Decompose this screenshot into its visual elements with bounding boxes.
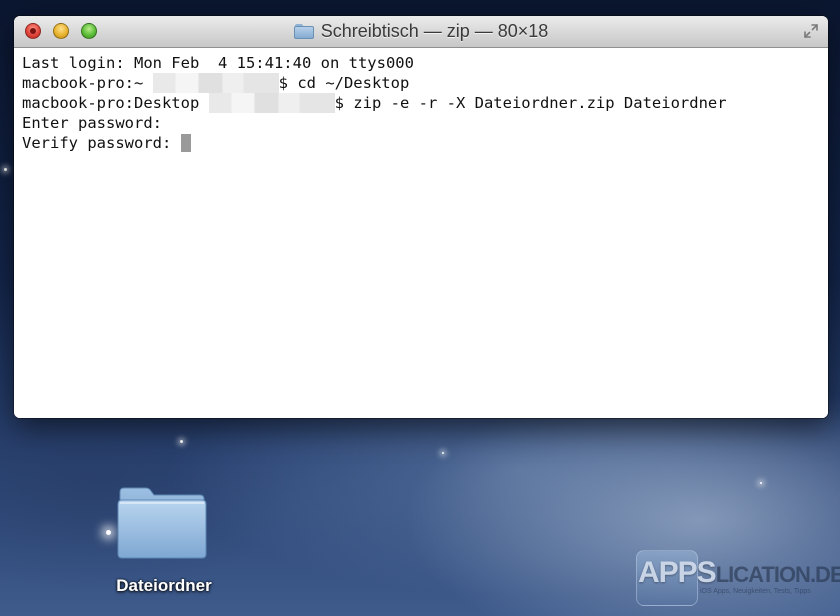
watermark-lication: LICATION.DE (715, 562, 840, 587)
redacted-username (152, 73, 279, 93)
prompt-text: macbook-pro:Desktop (22, 94, 209, 112)
background-star (4, 168, 7, 171)
watermark-text: APPSLICATION.DE (638, 556, 840, 590)
window-title: Schreibtisch — zip — 80×18 (320, 21, 549, 41)
terminal-text: Enter password: (22, 114, 162, 132)
watermark-subtitle: iOS Apps, Neuigkeiten, Tests, Tipps (700, 588, 811, 595)
terminal-window[interactable]: Schreibtisch — zip — 80×18 Last login: M… (14, 16, 828, 418)
background-star (442, 452, 444, 454)
terminal-line: Enter password: (22, 113, 820, 133)
prompt-text: macbook-pro:~ (22, 74, 153, 92)
terminal-text: Last login: Mon Feb 4 15:41:40 on ttys00… (22, 54, 414, 72)
desktop-folder-label[interactable]: Dateiordner (104, 576, 224, 596)
text-cursor (180, 134, 191, 152)
fullscreen-icon[interactable] (802, 22, 820, 40)
desktop-folder-item[interactable]: Dateiordner (104, 486, 224, 596)
terminal-line: macbook-pro:Desktop $ zip -e -r -X Datei… (22, 93, 820, 113)
folder-icon (117, 487, 207, 559)
command-text: $ zip -e -r -X Dateiordner.zip Dateiordn… (334, 94, 727, 112)
background-star (760, 482, 762, 484)
redacted-username (208, 93, 335, 113)
terminal-line: Verify password: (22, 133, 820, 153)
title-bar[interactable]: Schreibtisch — zip — 80×18 (14, 16, 828, 48)
command-text: $ cd ~/Desktop (278, 74, 410, 92)
watermark-apps: APPS (638, 556, 717, 589)
background-star (180, 440, 183, 443)
watermark-logo: APPSLICATION.DE iOS Apps, Neuigkeiten, T… (636, 548, 840, 608)
terminal-text: Verify password: (22, 134, 181, 152)
folder-icon (293, 24, 314, 39)
terminal-line: macbook-pro:~ $ cd ~/Desktop (22, 73, 820, 93)
terminal-content[interactable]: Last login: Mon Feb 4 15:41:40 on ttys00… (14, 48, 828, 418)
window-title-area: Schreibtisch — zip — 80×18 (14, 16, 828, 47)
terminal-line: Last login: Mon Feb 4 15:41:40 on ttys00… (22, 53, 820, 73)
